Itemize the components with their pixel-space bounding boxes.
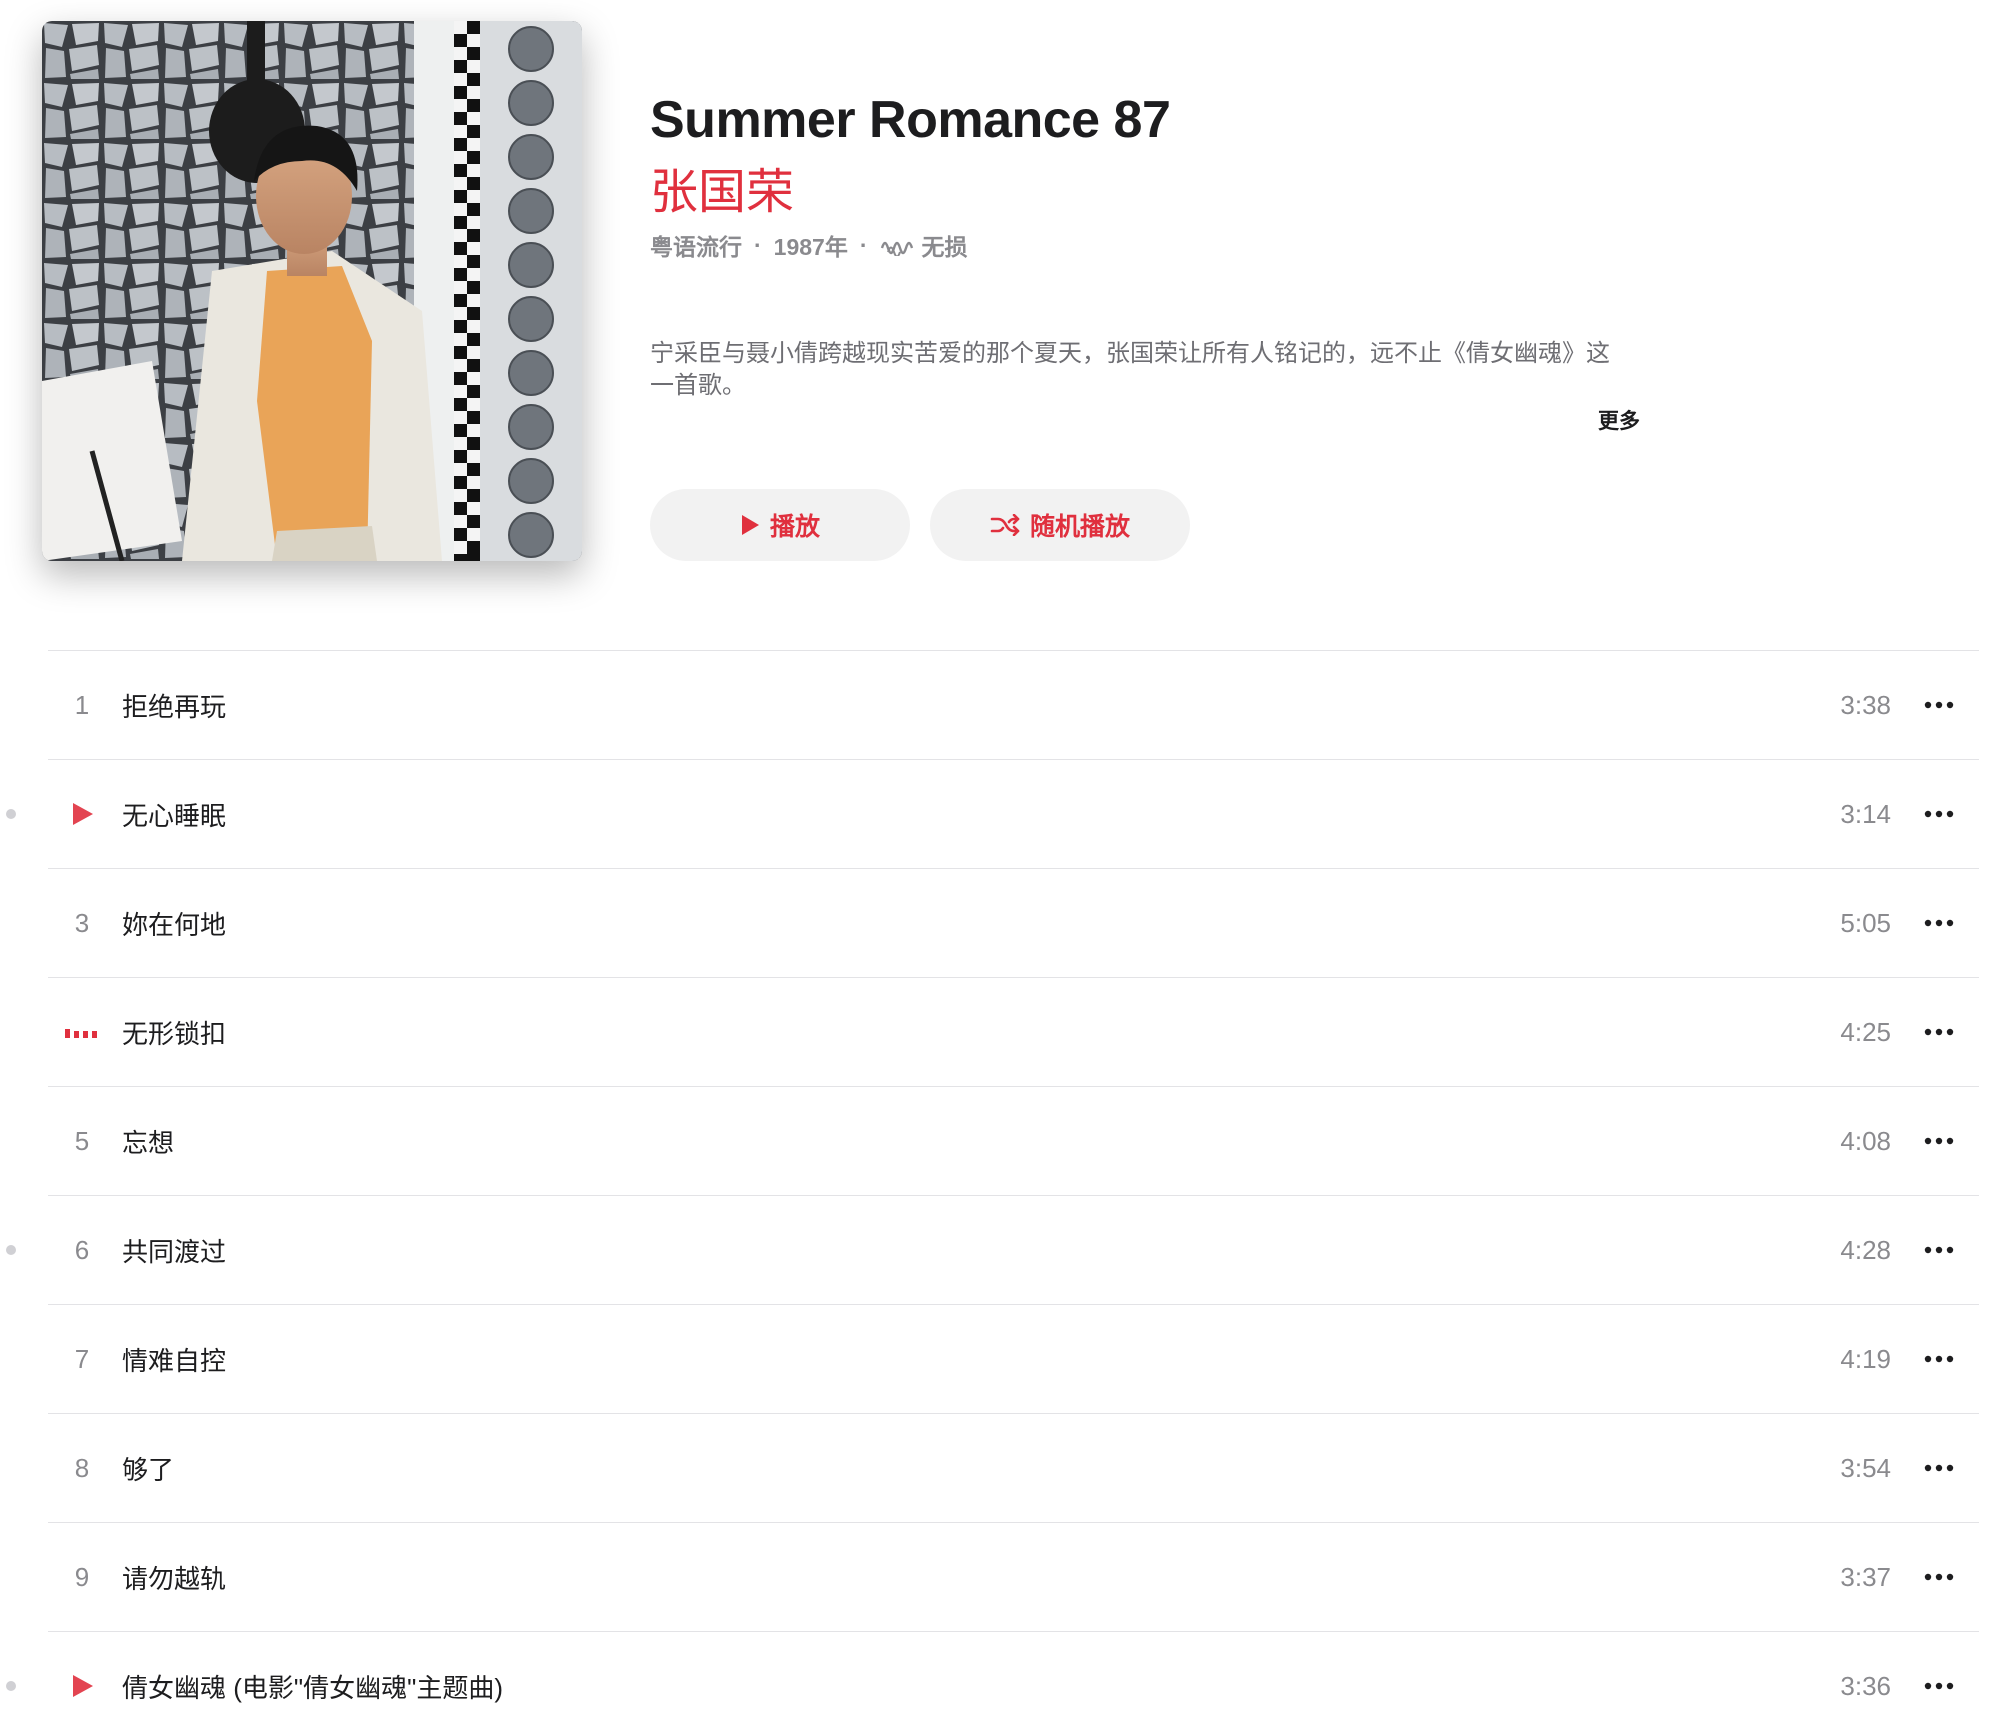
album-artist-link[interactable]: 张国荣 xyxy=(650,152,794,222)
more-link[interactable]: 更多 xyxy=(1598,405,1640,435)
lossless-icon xyxy=(880,234,914,256)
track-duration: 4:25 xyxy=(1840,1016,1891,1047)
track-play-icon[interactable] xyxy=(48,760,116,868)
more-options-icon[interactable] xyxy=(1911,978,1967,1086)
album-page: Summer Romance 87 张国荣 粤语流行 · 1987年 · 无损 … xyxy=(0,0,1992,1724)
more-options-icon[interactable] xyxy=(1911,1414,1967,1522)
album-genre: 粤语流行 xyxy=(650,234,742,260)
track-play-icon[interactable] xyxy=(48,1632,116,1724)
track-title: 共同渡过 xyxy=(122,1236,227,1267)
track-number: 1 xyxy=(74,689,90,720)
now-playing-icon[interactable] xyxy=(48,978,116,1086)
track-number: 5 xyxy=(74,1125,90,1156)
track-row[interactable]: 9 请勿越轨 3:37 xyxy=(48,1522,1979,1631)
more-options-icon[interactable] xyxy=(1911,1196,1967,1304)
track-title: 妳在何地 xyxy=(122,909,227,940)
track-duration: 4:28 xyxy=(1840,1234,1891,1265)
shuffle-button[interactable]: 随机播放 xyxy=(930,489,1190,561)
track-duration: 5:05 xyxy=(1840,907,1891,938)
track-title: 倩女幽魂 (电影"倩女幽魂"主题曲) xyxy=(122,1672,503,1703)
track-row[interactable]: 7 情难自控 4:19 xyxy=(48,1304,1979,1413)
track-list: 1 拒绝再玩 3:38 无心睡眠 3:14 3 妳在何地 5:05 无形锁扣 4:25 5 忘想 4:0… xyxy=(0,650,1992,1724)
track-title: 情难自控 xyxy=(122,1345,227,1376)
more-options-icon[interactable] xyxy=(1911,869,1967,977)
album-cover-art-image xyxy=(42,21,582,561)
album-title: Summer Romance 87 xyxy=(650,91,1171,149)
row-indicator-dot xyxy=(6,809,16,819)
track-row[interactable]: 8 够了 3:54 xyxy=(48,1413,1979,1522)
album-description: 宁采臣与聂小倩跨越现实苦爱的那个夏天，张国荣让所有人铭记的，远不止《倩女幽魂》这… xyxy=(650,340,1610,399)
track-row[interactable]: 无形锁扣 4:25 xyxy=(48,977,1979,1086)
more-options-icon[interactable] xyxy=(1911,760,1967,868)
shuffle-button-label: 随机播放 xyxy=(1029,513,1130,541)
more-options-icon[interactable] xyxy=(1911,651,1967,759)
album-year: 1987年 xyxy=(773,234,848,260)
track-duration: 3:36 xyxy=(1840,1670,1891,1701)
track-row[interactable]: 6 共同渡过 4:28 xyxy=(6,1195,1979,1304)
meta-separator: · xyxy=(754,231,762,258)
track-title: 无心睡眠 xyxy=(122,800,227,831)
more-options-icon[interactable] xyxy=(1911,1523,1967,1631)
row-indicator-dot xyxy=(6,1245,16,1255)
album-quality: 无损 xyxy=(921,234,968,260)
track-title: 拒绝再玩 xyxy=(122,691,227,722)
track-row[interactable]: 3 妳在何地 5:05 xyxy=(48,868,1979,977)
track-duration: 3:38 xyxy=(1840,689,1891,720)
track-row[interactable]: 1 拒绝再玩 3:38 xyxy=(48,650,1979,759)
more-options-icon[interactable] xyxy=(1911,1305,1967,1413)
track-title: 无形锁扣 xyxy=(122,1018,227,1049)
track-duration: 3:54 xyxy=(1840,1452,1891,1483)
track-number: 3 xyxy=(74,907,90,938)
track-number: 8 xyxy=(74,1452,90,1483)
meta-separator: · xyxy=(859,231,868,258)
track-duration: 4:19 xyxy=(1840,1343,1891,1374)
track-number: 9 xyxy=(74,1561,90,1592)
track-duration: 3:14 xyxy=(1840,798,1891,829)
more-options-icon[interactable] xyxy=(1911,1087,1967,1195)
track-row[interactable]: 5 忘想 4:08 xyxy=(48,1086,1979,1195)
track-duration: 3:37 xyxy=(1840,1561,1891,1592)
album-meta: 粤语流行 · 1987年 · 无损 xyxy=(650,228,968,262)
track-title: 忘想 xyxy=(122,1127,175,1158)
track-title: 够了 xyxy=(122,1454,175,1485)
track-number: 7 xyxy=(74,1343,90,1374)
shuffle-icon xyxy=(990,514,1020,536)
row-indicator-dot xyxy=(6,1681,16,1691)
more-options-icon[interactable] xyxy=(1911,1632,1967,1724)
album-cover[interactable] xyxy=(42,21,582,561)
track-duration: 4:08 xyxy=(1840,1125,1891,1156)
play-button-label: 播放 xyxy=(769,513,820,541)
track-number: 6 xyxy=(74,1234,90,1265)
play-icon xyxy=(740,514,760,536)
play-button[interactable]: 播放 xyxy=(650,489,910,561)
track-row[interactable]: 无心睡眠 3:14 xyxy=(6,759,1979,868)
track-row[interactable]: 倩女幽魂 (电影"倩女幽魂"主题曲) 3:36 xyxy=(6,1631,1979,1724)
track-title: 请勿越轨 xyxy=(122,1563,227,1594)
